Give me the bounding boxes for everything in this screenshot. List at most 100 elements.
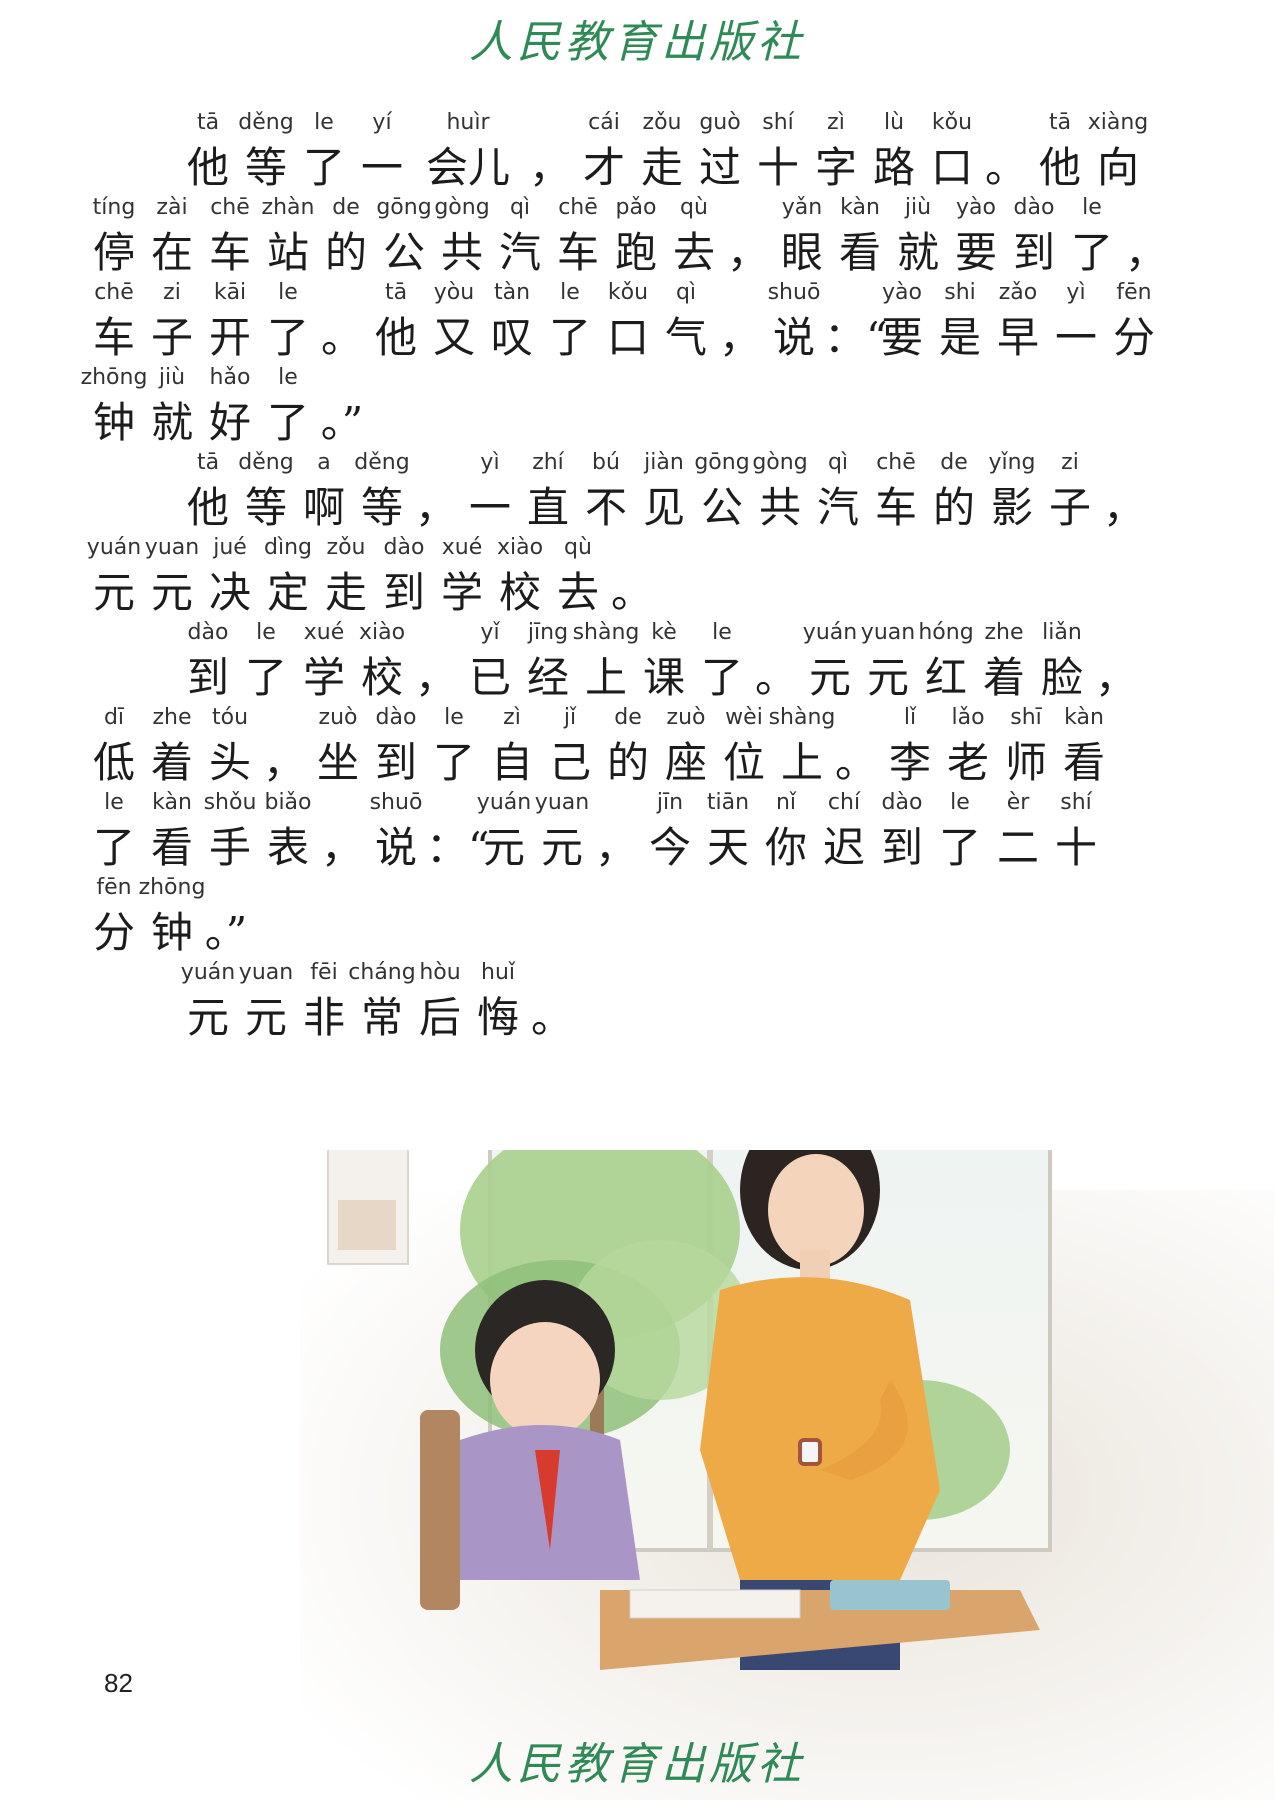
pinyin: xiàng xyxy=(1087,110,1149,135)
pinyin: shuō xyxy=(767,280,821,305)
punctuation: 。 xyxy=(320,313,363,362)
punctuation: ， xyxy=(718,313,761,362)
hanzi: 表 xyxy=(266,823,309,872)
hanzi: 车 xyxy=(874,483,917,532)
hanzi: 师 xyxy=(1004,738,1047,787)
hanzi: 去 xyxy=(672,228,715,277)
hanzi: 开 xyxy=(208,313,251,362)
pinyin: shàng xyxy=(768,705,836,730)
hanzi: 分 xyxy=(92,908,135,957)
punctuation: ， xyxy=(262,738,305,787)
hanzi: 气 xyxy=(664,313,707,362)
punctuation: ， xyxy=(414,483,457,532)
hanzi: 经 xyxy=(526,653,569,702)
hanzi: 学 xyxy=(302,653,345,702)
hanzi: 天 xyxy=(706,823,749,872)
pinyin: kàn xyxy=(1064,705,1104,730)
hanzi: 字 xyxy=(814,143,857,192)
hanzi: 上 xyxy=(584,653,627,702)
hanzi: 元 xyxy=(808,653,851,702)
hanzi: 等 xyxy=(244,483,287,532)
hanzi: 十 xyxy=(756,143,799,192)
pinyin: le xyxy=(278,365,298,390)
hanzi: 走 xyxy=(640,143,683,192)
hanzi: 了 xyxy=(92,823,135,872)
hanzi: 会儿 xyxy=(425,143,510,192)
hanzi: 常 xyxy=(360,993,403,1042)
hanzi: 非 xyxy=(302,993,345,1042)
hanzi: 一 xyxy=(360,143,403,192)
hanzi: 车 xyxy=(92,313,135,362)
pinyin: fēn xyxy=(1116,280,1152,305)
hanzi: 元 xyxy=(540,823,583,872)
hanzi: 到 xyxy=(382,568,425,617)
hanzi: 分 xyxy=(1112,313,1155,362)
hanzi: 等 xyxy=(244,143,287,192)
hanzi: 跑 xyxy=(614,228,657,277)
pinyin: děng xyxy=(354,450,410,475)
pinyin: kǒu xyxy=(931,110,973,135)
punctuation: ：“ xyxy=(426,823,490,872)
hanzi: 不 xyxy=(584,483,627,532)
hanzi: 才 xyxy=(582,143,625,192)
hanzi: 他 xyxy=(374,313,417,362)
hanzi: 直 xyxy=(526,483,569,532)
hanzi: 早 xyxy=(996,313,1039,362)
hanzi: 要 xyxy=(880,313,923,362)
hanzi: 悔 xyxy=(476,993,519,1042)
hanzi: 公 xyxy=(700,483,743,532)
hanzi: 影 xyxy=(990,483,1033,532)
punctuation: 。” xyxy=(204,908,248,957)
pinyin: qù xyxy=(680,195,708,220)
hanzi: 头 xyxy=(208,738,251,787)
char-with-pinyin: fēn 分 xyxy=(1106,280,1162,380)
page-number: 82 xyxy=(104,1668,133,1698)
pinyin: zi xyxy=(1061,450,1079,475)
hanzi: 共 xyxy=(758,483,801,532)
publisher-logo-bottom: 人民教育出版社 xyxy=(469,1739,805,1790)
hanzi: 说 xyxy=(772,313,815,362)
hanzi: 子 xyxy=(150,313,193,362)
pinyin: shuō xyxy=(369,790,423,815)
pinyin: zhōng xyxy=(138,875,206,900)
story-text: tā 他 děng 等 le 了 yí 一 huìr 会儿， cái 才 zǒu 走 guò 过 shí 十 zì 字… xyxy=(0,0,1274,1200)
hanzi: 公 xyxy=(382,228,425,277)
hanzi: 手 xyxy=(208,823,251,872)
hanzi: 到 xyxy=(1012,228,1055,277)
hanzi: 着 xyxy=(982,653,1025,702)
hanzi: 走 xyxy=(324,568,367,617)
hanzi: 十 xyxy=(1054,823,1097,872)
punctuation: ， xyxy=(528,143,571,192)
char-with-pinyin: shuō 说 xyxy=(766,280,822,380)
hanzi: 的 xyxy=(606,738,649,787)
char-with-pinyin: shí 十 xyxy=(1048,790,1104,890)
hanzi: 元 xyxy=(866,653,909,702)
hanzi: 己 xyxy=(548,738,591,787)
hanzi: 他 xyxy=(186,143,229,192)
hanzi: 叹 xyxy=(490,313,533,362)
hanzi: 坐 xyxy=(316,738,359,787)
hanzi: 他 xyxy=(1038,143,1081,192)
pinyin: qù xyxy=(564,535,592,560)
hanzi: 看 xyxy=(150,823,193,872)
hanzi: 元 xyxy=(92,568,135,617)
pinyin: liǎn xyxy=(1042,620,1082,645)
hanzi: 好 xyxy=(208,398,251,447)
hanzi: 元 xyxy=(186,993,229,1042)
punctuation: ， xyxy=(1102,483,1145,532)
pinyin: yuan xyxy=(534,790,590,815)
hanzi: 学 xyxy=(440,568,483,617)
hanzi: 口 xyxy=(606,313,649,362)
hanzi: 座 xyxy=(664,738,707,787)
punctuation: 。 xyxy=(530,993,573,1042)
pinyin: xiào xyxy=(358,620,406,645)
hanzi: 停 xyxy=(92,228,135,277)
pinyin: tóu xyxy=(211,705,249,730)
hanzi: 的 xyxy=(324,228,367,277)
hanzi: 今 xyxy=(648,823,691,872)
hanzi: 路 xyxy=(872,143,915,192)
hanzi: 二 xyxy=(996,823,1039,872)
hanzi: 了 xyxy=(266,313,309,362)
pinyin: qì xyxy=(675,280,697,305)
char-with-pinyin: shuō 说 xyxy=(368,790,424,890)
